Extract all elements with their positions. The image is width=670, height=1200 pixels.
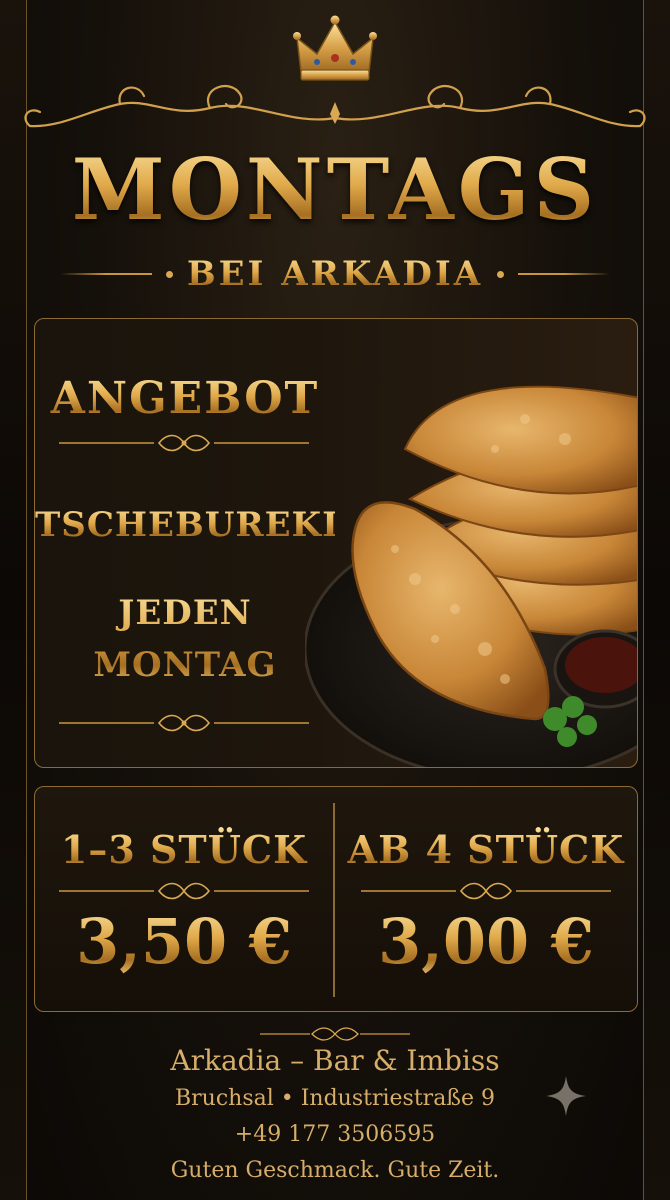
offer-schedule-line2: MONTAG: [93, 645, 277, 685]
ornament-divider-icon: [361, 882, 611, 900]
business-phone: +49 177 3506595: [234, 1122, 436, 1147]
business-name: Arkadia – Bar & Imbiss: [170, 1044, 500, 1077]
price-panel: 1–3 STÜCK 3,50 € AB 4 STÜCK 3,00 €: [34, 786, 638, 1012]
price-label: AB 4 STÜCK: [337, 827, 635, 872]
price-label: 1–3 STÜCK: [35, 827, 333, 872]
subtitle-row: BEI ARKADIA: [60, 254, 611, 294]
offer-panel: ANGEBOT TSCHEBUREKI JEDEN MONTAG: [34, 318, 638, 768]
price-column-small: 1–3 STÜCK 3,50 €: [35, 787, 333, 1013]
offer-heading: ANGEBOT: [35, 373, 335, 424]
ornament-flourish-icon: [24, 84, 646, 128]
price-separator: [333, 803, 335, 997]
chebureki-plate-image: [305, 385, 637, 767]
ornament-divider-icon: [59, 882, 309, 900]
divider-line: [60, 273, 152, 275]
offer-schedule-line1: JEDEN: [118, 593, 252, 633]
ornament-divider-icon: [260, 1027, 410, 1041]
divider-dot: [165, 270, 173, 278]
divider-dot: [497, 270, 505, 278]
price-value: 3,00 €: [337, 905, 635, 978]
offer-item: TSCHEBUREKI: [35, 505, 339, 545]
offer-schedule: JEDEN MONTAG: [35, 587, 335, 691]
business-slogan: Guten Geschmack. Gute Zeit.: [170, 1158, 500, 1183]
page-title: MONTAGS: [0, 140, 670, 240]
price-value: 3,50 €: [35, 905, 333, 978]
divider-line: [518, 273, 611, 275]
subtitle: BEI ARKADIA: [186, 254, 484, 294]
ornament-divider-icon: [59, 434, 309, 452]
ornament-divider-icon: [59, 714, 309, 732]
sparkle-icon: [546, 1076, 586, 1116]
price-column-large: AB 4 STÜCK 3,00 €: [337, 787, 635, 1013]
